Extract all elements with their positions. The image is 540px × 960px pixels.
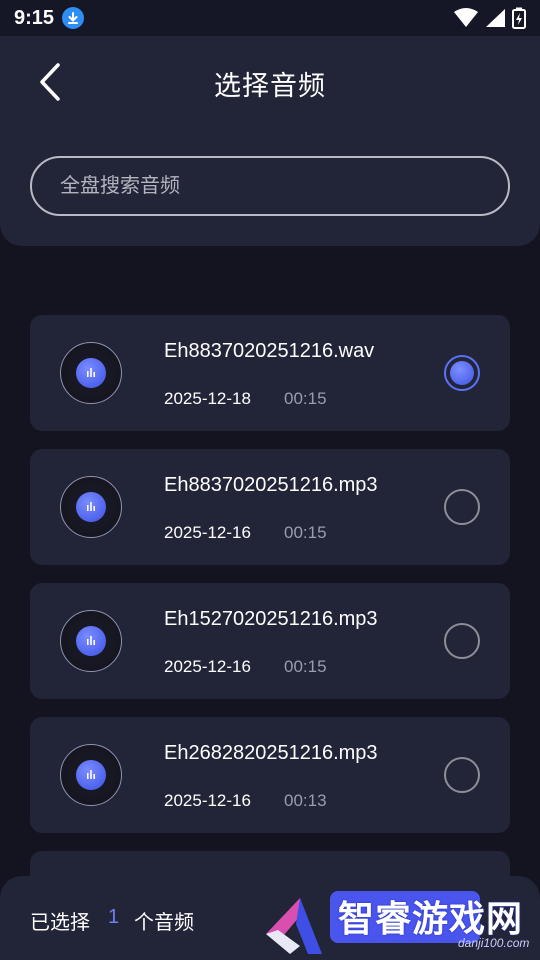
- audio-disc-icon: [60, 342, 122, 404]
- search-box[interactable]: [30, 156, 510, 216]
- audio-file-item[interactable]: Eh1527020251216.mp3 2025-12-16 00:15: [30, 583, 510, 699]
- file-duration: 00:13: [284, 791, 327, 810]
- audio-file-item[interactable]: Eh8837020251216.wav 2025-12-18 00:15: [30, 315, 510, 431]
- select-radio[interactable]: [444, 757, 480, 793]
- wifi-icon: [454, 8, 478, 27]
- file-date: 2025-12-18: [164, 389, 251, 408]
- selected-count: 1: [108, 906, 120, 928]
- file-duration: 00:15: [284, 657, 327, 676]
- audio-disc-icon: [60, 744, 122, 806]
- file-date: 2025-12-16: [164, 791, 251, 810]
- file-name: Eh8837020251216.wav: [164, 340, 375, 362]
- page-title: 选择音频: [214, 71, 326, 101]
- status-icons: [454, 7, 526, 29]
- file-date: 2025-12-16: [164, 523, 251, 542]
- select-radio[interactable]: [444, 623, 480, 659]
- file-date: 2025-12-16: [164, 657, 251, 676]
- audio-file-item[interactable]: Eh8837020251216.mp3 2025-12-16 00:15: [30, 449, 510, 565]
- status-time: 9:15: [14, 6, 55, 29]
- download-icon: [62, 7, 85, 29]
- bottom-bar: 已选择 1 个音频: [0, 876, 540, 960]
- audio-file-list: Eh8837020251216.wav 2025-12-18 00:15 Eh8…: [30, 315, 510, 960]
- battery-charging-icon: [512, 7, 526, 29]
- select-radio[interactable]: [444, 355, 480, 391]
- file-name: Eh2682820251216.mp3: [164, 742, 378, 764]
- selected-label: 已选择: [30, 912, 90, 934]
- radio-dot: [450, 361, 474, 385]
- search-input[interactable]: [60, 174, 480, 198]
- audio-disc-icon: [60, 610, 122, 672]
- audio-file-item[interactable]: Eh2682820251216.mp3 2025-12-16 00:13: [30, 717, 510, 833]
- audio-disc-icon: [60, 476, 122, 538]
- signal-icon: [486, 9, 505, 27]
- header-panel: 选择音频: [0, 36, 540, 246]
- file-duration: 00:15: [284, 389, 327, 408]
- status-bar: 9:15: [0, 0, 540, 36]
- file-duration: 00:15: [284, 523, 327, 542]
- file-name: Eh1527020251216.mp3: [164, 608, 378, 630]
- selected-unit: 个音频: [134, 912, 194, 934]
- select-radio[interactable]: [444, 489, 480, 525]
- file-name: Eh8837020251216.mp3: [164, 474, 378, 496]
